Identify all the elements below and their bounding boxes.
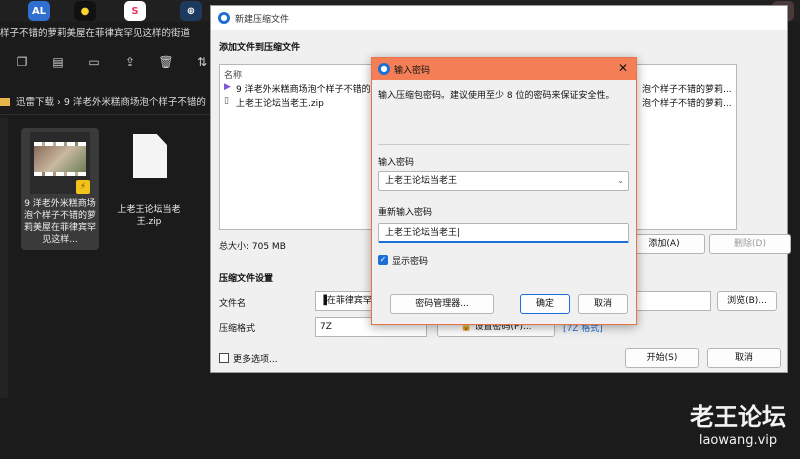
divider [0,114,210,115]
file-tile-label: 上老王论坛当老王.zip [117,205,181,227]
taskbar-app-icon[interactable]: S [124,1,146,21]
enter-password-label: 输入密码 [378,158,415,168]
close-icon[interactable]: ✕ [618,61,628,75]
password-dialog-titlebar: ● 输入密码 ✕ [372,58,636,80]
watermark-url: laowang.vip [698,433,778,448]
reenter-password-label: 重新输入密码 [378,208,433,218]
share-icon[interactable]: ⇪ [122,54,138,70]
more-options-checkbox[interactable] [219,353,229,363]
password-input-value: 上老王论坛当老王 [385,176,458,186]
chevron-down-icon[interactable]: ⌄ [617,172,624,190]
ok-button[interactable]: 确定 [520,294,570,314]
document-icon [119,132,179,200]
password-manager-button[interactable]: 密码管理器... [390,294,494,314]
paste-icon[interactable]: ▤ [50,54,66,70]
video-thumbnail: ⚡ [30,132,90,194]
watermark-title: 老王论坛 [690,403,786,431]
list-item-path: 泡个样子不错的萝莉... [642,99,732,109]
taskbar-app-icon[interactable]: AL [28,1,50,21]
watermark: 老王论坛 laowang.vip [676,402,800,459]
divider [378,144,630,145]
file-tile-video[interactable]: ⚡ 9 洋老外米糕商场泡个样子不错的萝莉美屋在菲律宾罕见这样... [21,128,99,250]
copy-icon[interactable]: ❐ [14,54,30,70]
delete-icon[interactable]: 🗑 [158,54,174,70]
explorer-toolbar: ❐ ▤ ▭ ⇪ 🗑 ⇅ [0,48,210,80]
delete-button[interactable]: 删除(D) [709,234,791,254]
film-strip-icon [34,142,86,176]
folder-icon [0,98,10,106]
format-select-value: 7Z [320,322,332,332]
section-title-settings: 压缩文件设置 [219,274,274,284]
format-label: 压缩格式 [219,324,256,334]
qq-icon[interactable]: ● [74,1,96,21]
password-dialog: ● 输入密码 ✕ 输入压缩包密码。建议使用至少 8 位的密码来保证安全性。 输入… [371,57,637,325]
more-options-label[interactable]: 更多选项... [233,352,278,365]
list-item-path: 泡个样子不错的萝莉... [642,85,732,95]
password-hint: 输入压缩包密码。建议使用至少 8 位的密码来保证安全性。 [378,91,615,101]
confirm-password-value: 上老王论坛当老王 [385,228,458,238]
explorer-window-title: 样子不错的萝莉美屋在菲律宾罕见这样的街道 [0,28,191,39]
app-logo-icon: ● [218,12,230,24]
app-logo-icon: ● [378,63,390,75]
password-cancel-button[interactable]: 取消 [578,294,628,314]
video-file-icon: ▶ [224,82,231,92]
file-tile-label: 9 洋老外米糕商场泡个样子不错的萝莉美屋在菲律宾罕见这样... [24,199,97,245]
list-item-name: 上老王论坛当老王.zip [236,99,324,109]
password-input[interactable]: 上老王论坛当老王 ⌄ [378,171,629,191]
filename-label: 文件名 [219,299,247,309]
start-button[interactable]: 开始(S) [625,348,699,368]
section-title-files: 添加文件到压缩文件 [219,43,301,53]
browse-button[interactable]: 浏览(B)... [717,291,777,311]
dialog-title: 新建压缩文件 [235,15,290,25]
thunder-badge-icon: ⚡ [76,180,90,194]
taskbar-app-icon[interactable]: ⊕ [180,1,202,21]
file-tile-zip[interactable]: 上老王论坛当老王.zip [110,128,188,228]
dialog-titlebar: ● 新建压缩文件 [211,6,787,30]
total-size: 总大小: 705 MB [219,242,286,252]
confirm-password-input[interactable]: 上老王论坛当老王| [378,223,629,243]
cancel-button[interactable]: 取消 [707,348,781,368]
show-password-checkbox[interactable]: ✓ [378,255,388,265]
sort-icon[interactable]: ⇅ [194,54,210,70]
list-item-name: 9 洋老外米糕商场泡个样子不错的 [236,85,371,95]
document-icon: ▯ [224,96,229,106]
navigation-pane [0,118,8,398]
rename-icon[interactable]: ▭ [86,54,102,70]
breadcrumb-path: 迅雷下载 › 9 洋老外米糕商场泡个样子不错的 [16,97,206,108]
breadcrumb[interactable]: 迅雷下载 › 9 洋老外米糕商场泡个样子不错的 [0,94,210,110]
show-password-label[interactable]: 显示密码 [392,254,428,267]
column-header-name[interactable]: 名称 [224,68,242,81]
password-dialog-title: 输入密码 [394,66,431,76]
